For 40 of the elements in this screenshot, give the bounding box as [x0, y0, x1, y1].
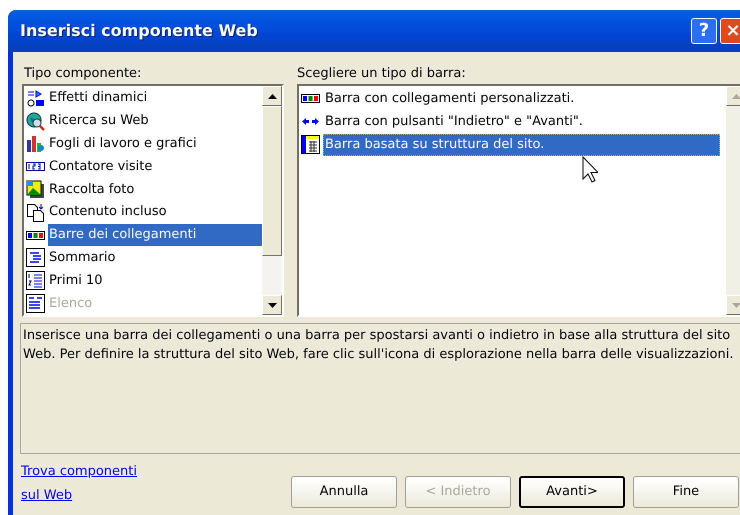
list-item[interactable]: Contatore visite: [48, 156, 262, 178]
pages-icon: [26, 202, 45, 222]
globe-icon: [26, 112, 45, 131]
list-item[interactable]: Effetti dinamici: [48, 87, 262, 110]
up-arrow-icon: [732, 94, 740, 98]
link[interactable]: sul Web: [21, 486, 291, 506]
list-item[interactable]: Sommario: [48, 246, 262, 269]
up-arrow-icon: [268, 94, 276, 98]
list-item[interactable]: Contenuto incluso: [48, 201, 262, 224]
photo-icon: [26, 180, 45, 200]
mouse-pointer-icon: [582, 156, 598, 183]
scroll-thumb[interactable]: [262, 106, 282, 256]
help-button[interactable]: ?: [691, 18, 717, 44]
list-item[interactable]: Raccolta foto: [48, 178, 262, 201]
effects-icon: [26, 88, 45, 108]
table-of-contents-icon: [26, 248, 45, 268]
description-text: Inserisce una barra dei collegamenti o una barra per spostarsi avanti o indietro in base alla struttura del sito Web. Per definire la struttura del sito Web, fare clic sull'icona di esplorazione nella barra delle visualizzazioni.: [20, 323, 740, 454]
list-item[interactable]: Barra con pulsanti "Indietro" e "Avanti".: [323, 110, 720, 132]
chart-icon: [26, 134, 45, 154]
list-item[interactable]: Primi 10: [48, 270, 262, 292]
list-item[interactable]: Barra basata su struttura del sito.: [323, 134, 720, 156]
close-button[interactable]: ×: [720, 18, 740, 44]
list-item[interactable]: Fogli di lavoro e grafici: [48, 132, 262, 155]
list-label: Scegliere un tipo di barra:: [297, 65, 467, 83]
list-item[interactable]: Barra con collegamenti personalizzati.: [323, 88, 720, 110]
list-item[interactable]: Barre dei collegamenti: [48, 224, 262, 246]
down-arrow-icon: [732, 302, 740, 308]
down-arrow-icon: [268, 302, 276, 308]
dialog-button[interactable]: Annulla: [291, 476, 397, 508]
list-icon: [26, 294, 45, 314]
list-item[interactable]: Ricerca su Web: [48, 110, 262, 132]
sitemap-icon: [301, 135, 320, 154]
dialog-button[interactable]: Avanti>: [519, 476, 625, 508]
scrollbar[interactable]: [262, 86, 282, 315]
link[interactable]: Trova componenti: [21, 462, 291, 482]
list-label: Tipo componente:: [23, 65, 142, 83]
scrollbar[interactable]: [726, 86, 740, 315]
numbered-list-icon: [26, 271, 45, 290]
dialog-button[interactable]: Fine: [633, 476, 739, 508]
window-title: Inserisci componente Web: [20, 20, 258, 42]
